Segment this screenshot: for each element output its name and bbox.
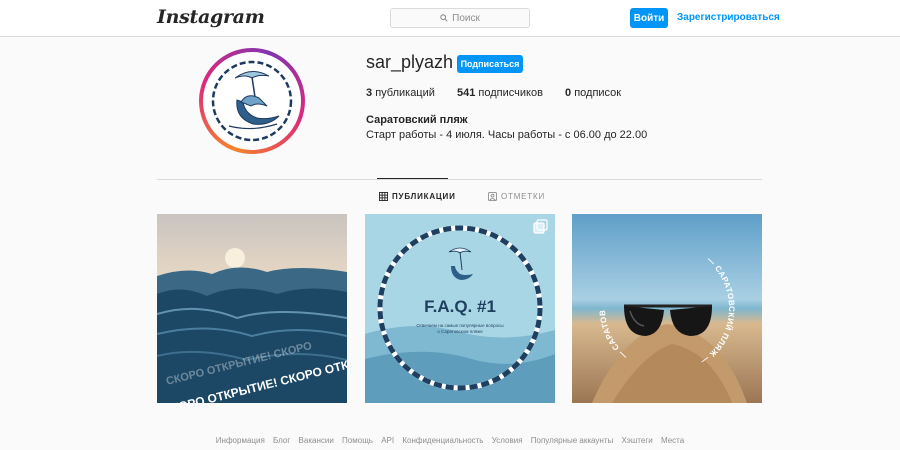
footer-link-api[interactable]: API xyxy=(381,436,394,445)
footer-link-hashtags[interactable]: Хэштеги xyxy=(621,436,652,445)
follow-button[interactable]: Подписаться xyxy=(457,55,523,73)
post-thumbnail-3[interactable]: — САРАТОВСКИЙ ПЛЯЖ — — САРАТОВСКИЙ ПЛЯЖ … xyxy=(572,214,762,403)
instagram-logo[interactable]: Instagram xyxy=(157,6,265,28)
stat-following-label: подписок xyxy=(574,87,622,99)
login-button[interactable]: Войти xyxy=(630,8,668,28)
footer-link-jobs[interactable]: Вакансии xyxy=(299,436,334,445)
stat-following[interactable]: 0 подписок xyxy=(565,87,621,99)
search-icon xyxy=(440,14,448,22)
stat-followers-label: подписчиков xyxy=(478,87,543,99)
tabs-divider xyxy=(157,179,762,180)
profile-stats: 3 публикаций 541 подписчиков 0 подписок xyxy=(366,87,621,99)
grid-icon xyxy=(379,192,388,201)
footer-links: Информация Блог Вакансии Помощь API Конф… xyxy=(0,436,900,445)
stat-posts-label: публикаций xyxy=(375,87,435,99)
avatar-image xyxy=(207,56,297,146)
post-2-subtitle-2: о Саратовском пляже xyxy=(437,329,483,334)
profile-username: sar_plyazh xyxy=(366,52,454,72)
footer-link-locations[interactable]: Места xyxy=(661,436,684,445)
post-thumbnail-2[interactable]: F.A.Q. #1 Отвечаем на самые популярные в… xyxy=(365,214,555,403)
profile-full-name: Саратовский пляж xyxy=(366,114,468,126)
footer-link-privacy[interactable]: Конфиденциальность xyxy=(402,436,483,445)
signup-link[interactable]: Зарегистрироваться xyxy=(677,12,780,23)
profile-bio: Старт работы - 4 июля. Часы работы - с 0… xyxy=(366,129,648,141)
profile-avatar[interactable] xyxy=(199,48,305,154)
stat-posts-value: 3 xyxy=(366,87,373,99)
post-thumbnail-1[interactable]: СКОРО ОТКРЫТИЕ! СКОРО СКОРО ОТКРЫТИЕ! СК… xyxy=(157,214,347,403)
footer-link-help[interactable]: Помощь xyxy=(342,436,373,445)
active-tab-indicator xyxy=(377,178,448,179)
footer-link-info[interactable]: Информация xyxy=(216,436,265,445)
stat-followers[interactable]: 541 подписчиков xyxy=(457,87,565,99)
post-2-title: F.A.Q. #1 xyxy=(424,297,496,316)
tab-tagged[interactable]: ОТМЕТКИ xyxy=(488,192,545,201)
tab-posts-label: ПУБЛИКАЦИИ xyxy=(392,192,456,201)
stat-following-value: 0 xyxy=(565,87,572,99)
tab-posts[interactable]: ПУБЛИКАЦИИ xyxy=(379,192,456,201)
post-2-subtitle-1: Отвечаем на самые популярные вопросы xyxy=(416,323,503,328)
footer-link-blog[interactable]: Блог xyxy=(273,436,290,445)
search-input[interactable]: Поиск xyxy=(390,8,530,28)
tagged-icon xyxy=(488,192,497,201)
footer-link-terms[interactable]: Условия xyxy=(492,436,523,445)
search-placeholder: Поиск xyxy=(452,12,480,24)
tab-tagged-label: ОТМЕТКИ xyxy=(501,192,546,201)
footer-link-top-accounts[interactable]: Популярные аккаунты xyxy=(531,436,613,445)
top-navigation-bar: Instagram Поиск Войти Зарегистрироваться xyxy=(0,0,900,37)
stat-posts: 3 публикаций xyxy=(366,87,457,99)
stat-followers-value: 541 xyxy=(457,87,476,99)
